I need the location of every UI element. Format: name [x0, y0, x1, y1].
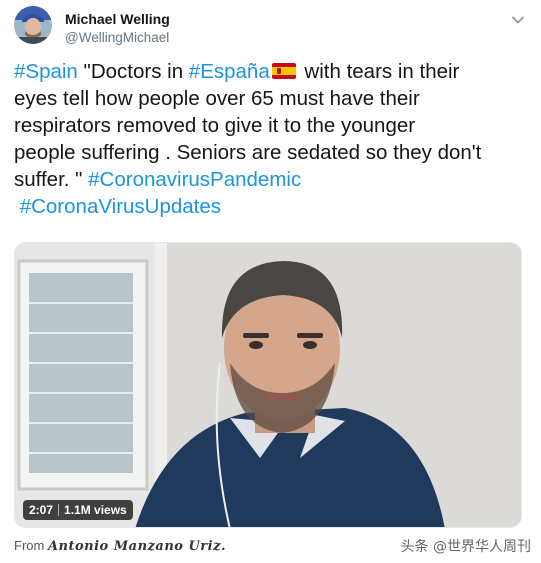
video-views: 1.1M views — [64, 503, 127, 517]
hashtag-link[interactable]: #CoronaVirusUpdates — [20, 195, 221, 218]
avatar[interactable] — [14, 6, 52, 44]
hashtag-link[interactable]: #España — [189, 60, 270, 83]
credit-prefix: From — [14, 538, 48, 553]
tweet-header: Michael Welling @WellingMichael — [10, 5, 531, 49]
hashtag-link[interactable]: #CoronavirusPandemic — [88, 168, 301, 191]
spain-flag-icon — [271, 63, 296, 79]
hashtag-link[interactable]: #Spain — [14, 60, 78, 83]
tweet-text-fragment: suffer. " — [14, 168, 89, 191]
author-name[interactable]: Michael Welling — [65, 11, 170, 27]
tweet-text-line: #Spain "Doctors in #España with tears in… — [14, 58, 528, 85]
video-duration-badge: 2:07 1.1M views — [23, 500, 133, 520]
badge-divider — [58, 504, 60, 516]
credit-name: Antonio Manzano Uriz. — [47, 539, 227, 554]
tweet-text-fragment: with tears in their — [298, 60, 460, 83]
video-thumbnail — [15, 243, 521, 527]
tweet-text-line: #CoronaVirusUpdates — [14, 193, 528, 220]
avatar-photo — [14, 6, 52, 44]
tweet-text: #Spain "Doctors in #España with tears in… — [14, 58, 528, 220]
tweet-text-fragment: "Doctors in — [77, 60, 189, 83]
tweet-text-line: people suffering . Seniors are sedated s… — [14, 141, 482, 164]
video-duration: 2:07 — [29, 503, 54, 517]
watermark: 头条 @世界华人周刊 — [400, 539, 531, 555]
video-player[interactable]: 2:07 1.1M views — [14, 242, 522, 528]
author-handle[interactable]: @WellingMichael — [65, 30, 169, 45]
tweet-text-line: suffer. " #CoronavirusPandemic — [14, 166, 528, 193]
tweet-text-line: respirators removed to give it to the yo… — [14, 114, 416, 137]
tweet-text-line: eyes tell how people over 65 must have t… — [14, 87, 420, 110]
photo-credit: From Antonio Manzano Uriz. — [14, 538, 226, 554]
chevron-down-icon[interactable] — [511, 13, 525, 27]
